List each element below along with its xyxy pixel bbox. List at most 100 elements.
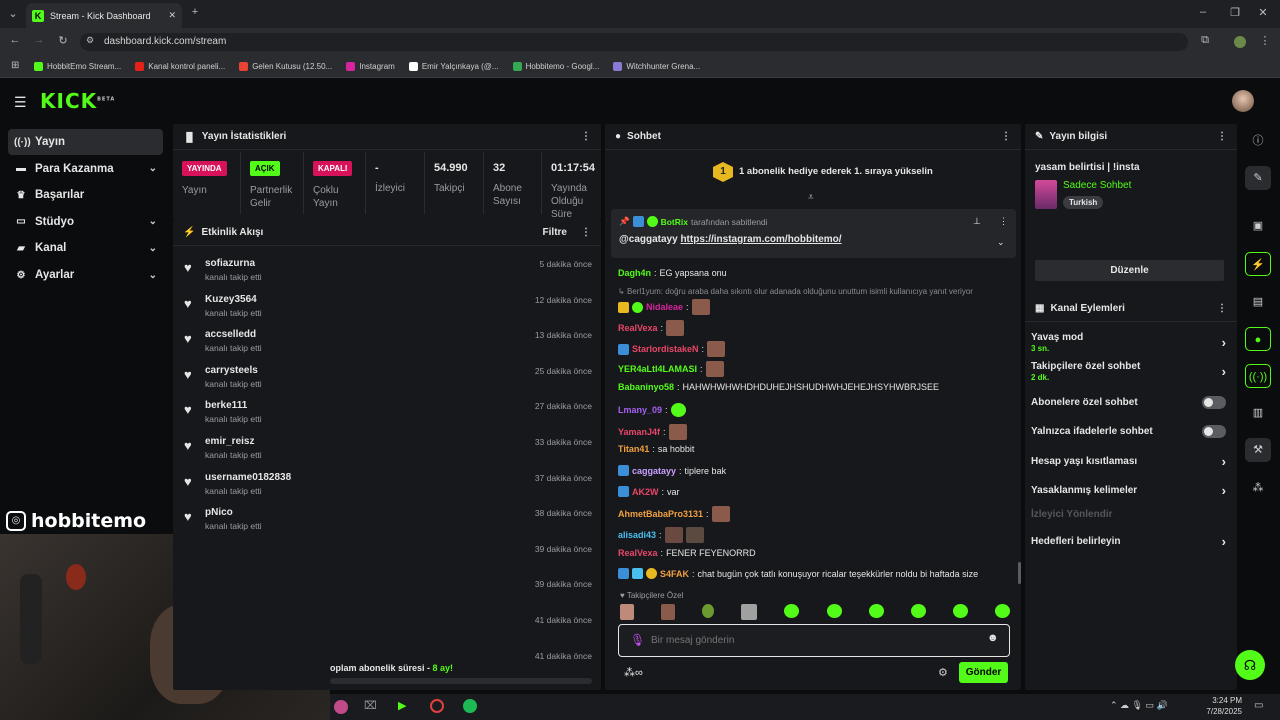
channel-actions-menu-icon[interactable]: ⋮ [1217, 303, 1227, 314]
microphone-icon[interactable]: 🎙 [630, 633, 645, 647]
user-avatar[interactable] [1232, 90, 1254, 112]
system-tray-icons[interactable]: ⌃ ☁ 🎙 ▭ 🔊 [1110, 700, 1168, 711]
profile-icon[interactable] [1234, 36, 1246, 48]
chat-settings-icon[interactable]: ⚙ [938, 666, 948, 679]
emote-icon[interactable] [994, 604, 1010, 618]
channel-action-1[interactable]: Takipçilere özel sohbet 2 dk. › [1031, 361, 1226, 382]
restore-icon[interactable]: ❐ [1228, 6, 1242, 19]
bookmark-item[interactable]: Gelen Kutusu (12.50... [239, 62, 332, 71]
activity-username[interactable]: Kuzey3564 [205, 294, 257, 305]
taskbar-xbox-icon[interactable]: ⌧ [364, 699, 377, 712]
sidebar-item-yay-n[interactable]: ((·)) Yayın [8, 129, 163, 155]
bookmark-item[interactable]: Emir Yalçınkaya (@... [408, 62, 499, 71]
chat-username[interactable]: caggatayy [632, 466, 676, 476]
activity-username[interactable]: berke111 [205, 400, 247, 411]
chat-message-input[interactable] [651, 631, 971, 649]
send-button[interactable]: Gönder [959, 662, 1008, 683]
notification-icon[interactable]: ▭ [1254, 700, 1263, 711]
chat-username[interactable]: S4FAK [660, 569, 689, 579]
tab-list-icon[interactable]: ⌄ [6, 7, 20, 20]
close-tab-icon[interactable]: ✕ [168, 10, 176, 21]
channel-action-3[interactable]: Yalnızca ifadelerle sohbet [1031, 425, 1226, 438]
emoji-picker-icon[interactable]: ☻ [987, 632, 999, 644]
hamburger-menu-icon[interactable]: ☰ [14, 94, 27, 111]
expand-pinned-icon[interactable]: ⌄ [997, 237, 1005, 248]
sidebar-item-para-kazanma[interactable]: ▬ Para Kazanma ⌄ [8, 156, 163, 182]
emote-icon[interactable] [784, 604, 800, 618]
sidebar-item-ba-ar-lar[interactable]: ♛ Başarılar [8, 182, 163, 208]
filter-button[interactable]: Filtre [543, 227, 567, 238]
edit-rail-icon[interactable]: ✎ [1245, 166, 1271, 190]
chat-username[interactable]: Babaninyo58 [618, 382, 674, 392]
chat-username[interactable]: alisadi43 [618, 530, 656, 540]
emote-icon[interactable] [868, 604, 884, 618]
url-input[interactable]: dashboard.kick.com/stream [80, 33, 1188, 51]
chat-username[interactable]: Titan41 [618, 444, 649, 454]
activity-username[interactable]: username0182838 [205, 472, 291, 483]
scroll-down-icon[interactable]: ⩡ [808, 192, 814, 203]
close-window-icon[interactable]: ✕ [1256, 6, 1270, 19]
chat-username[interactable]: YER4aLtI4LAMASI [618, 364, 697, 374]
chat-username[interactable]: AK2W [632, 487, 659, 497]
info-icon[interactable]: ⓘ [1245, 129, 1271, 153]
chat-username[interactable]: RealVexa [618, 323, 658, 333]
lightning-rail-icon[interactable]: ⚡ [1245, 252, 1271, 276]
pinned-by-user[interactable]: BotRix [661, 217, 688, 227]
chat-menu-icon[interactable]: ⋮ [1001, 131, 1011, 142]
activity-username[interactable]: sofiazurna [205, 258, 255, 269]
tools-icon[interactable]: ⚒ [1245, 438, 1271, 462]
taskbar-obs-icon[interactable] [430, 699, 444, 713]
broadcast-rail-icon[interactable]: ((·)) [1245, 364, 1271, 388]
taskbar-kick-icon[interactable]: ▶ [398, 699, 406, 712]
menu-icon[interactable]: ⋮ [1258, 34, 1272, 47]
toggle-switch[interactable] [1202, 396, 1226, 409]
pinned-menu-icon[interactable]: ⋮ [999, 216, 1008, 227]
new-tab-icon[interactable]: + [188, 6, 202, 18]
bookmark-item[interactable]: Hobbitemo - Googl... [512, 62, 599, 71]
unpin-icon[interactable]: ⊥ [973, 216, 981, 227]
emote-icon[interactable] [910, 604, 926, 618]
bookmark-item[interactable]: Kanal kontrol paneli... [135, 62, 225, 71]
sidebar-item-kanal[interactable]: ▰ Kanal ⌄ [8, 235, 163, 261]
chat-username[interactable]: YamanJ4f [618, 427, 660, 437]
bookmark-item[interactable]: Witchhunter Grena... [613, 62, 700, 71]
kick-logo[interactable]: KICKBETA [40, 89, 115, 113]
category-link[interactable]: Sadece Sohbet [1063, 180, 1131, 191]
activity-menu-icon[interactable]: ⋮ [581, 227, 591, 238]
toggle-switch[interactable] [1202, 425, 1226, 438]
chat-username[interactable]: StarlordistakeN [632, 344, 699, 354]
emote-icon[interactable] [661, 604, 676, 620]
apps-icon[interactable]: ⊞ [11, 60, 19, 71]
stats-menu-icon[interactable]: ⋮ [581, 131, 591, 142]
document-icon[interactable]: ▤ [1245, 290, 1271, 314]
chat-username[interactable]: AhmetBabaPro3131 [618, 509, 703, 519]
activity-username[interactable]: emir_reisz [205, 436, 254, 447]
pinned-link[interactable]: https://instagram.com/hobbitemo/ [680, 234, 841, 245]
browser-tab[interactable]: K Stream - Kick Dashboard ✕ [26, 3, 182, 28]
screen-icon[interactable]: ▣ [1245, 214, 1271, 238]
emote-icon[interactable] [741, 604, 758, 620]
support-headset-icon[interactable]: ☊ [1235, 650, 1265, 680]
channel-action-4[interactable]: Hesap yaşı kısıtlaması › [1031, 454, 1226, 469]
activity-username[interactable]: pNico [205, 507, 233, 518]
channel-action-0[interactable]: Yavaş mod 3 sn. › [1031, 332, 1226, 353]
activity-username[interactable]: carrysteels [205, 365, 258, 376]
site-info-icon[interactable]: ⚙ [86, 35, 94, 46]
sidebar-item-st-dyo[interactable]: ▭ Stüdyo ⌄ [8, 209, 163, 235]
taskbar-spotify-icon[interactable] [463, 699, 477, 713]
back-icon[interactable]: ← [8, 34, 22, 46]
channel-action-7[interactable]: Hedefleri belirleyin › [1031, 534, 1226, 549]
chat-scrollbar[interactable] [1018, 562, 1021, 584]
layout-icon[interactable]: ▥ [1245, 401, 1271, 425]
sidebar-item-ayarlar[interactable]: ⚙ Ayarlar ⌄ [8, 262, 163, 288]
chat-input-box[interactable]: 🎙 ☻ [618, 624, 1010, 657]
share-icon[interactable]: ⁂ [1245, 476, 1271, 500]
chat-username[interactable]: Lmany_09 [618, 405, 662, 415]
channel-points-icon[interactable]: ⁂∞ [624, 666, 643, 679]
reload-icon[interactable]: ↻ [56, 34, 70, 47]
reply-user[interactable]: Berl1yum [627, 287, 661, 296]
activity-username[interactable]: accselledd [205, 329, 256, 340]
extensions-icon[interactable]: ⧉ [1198, 34, 1212, 47]
taskbar-app-icon[interactable] [334, 700, 348, 714]
stream-info-menu-icon[interactable]: ⋮ [1217, 131, 1227, 142]
